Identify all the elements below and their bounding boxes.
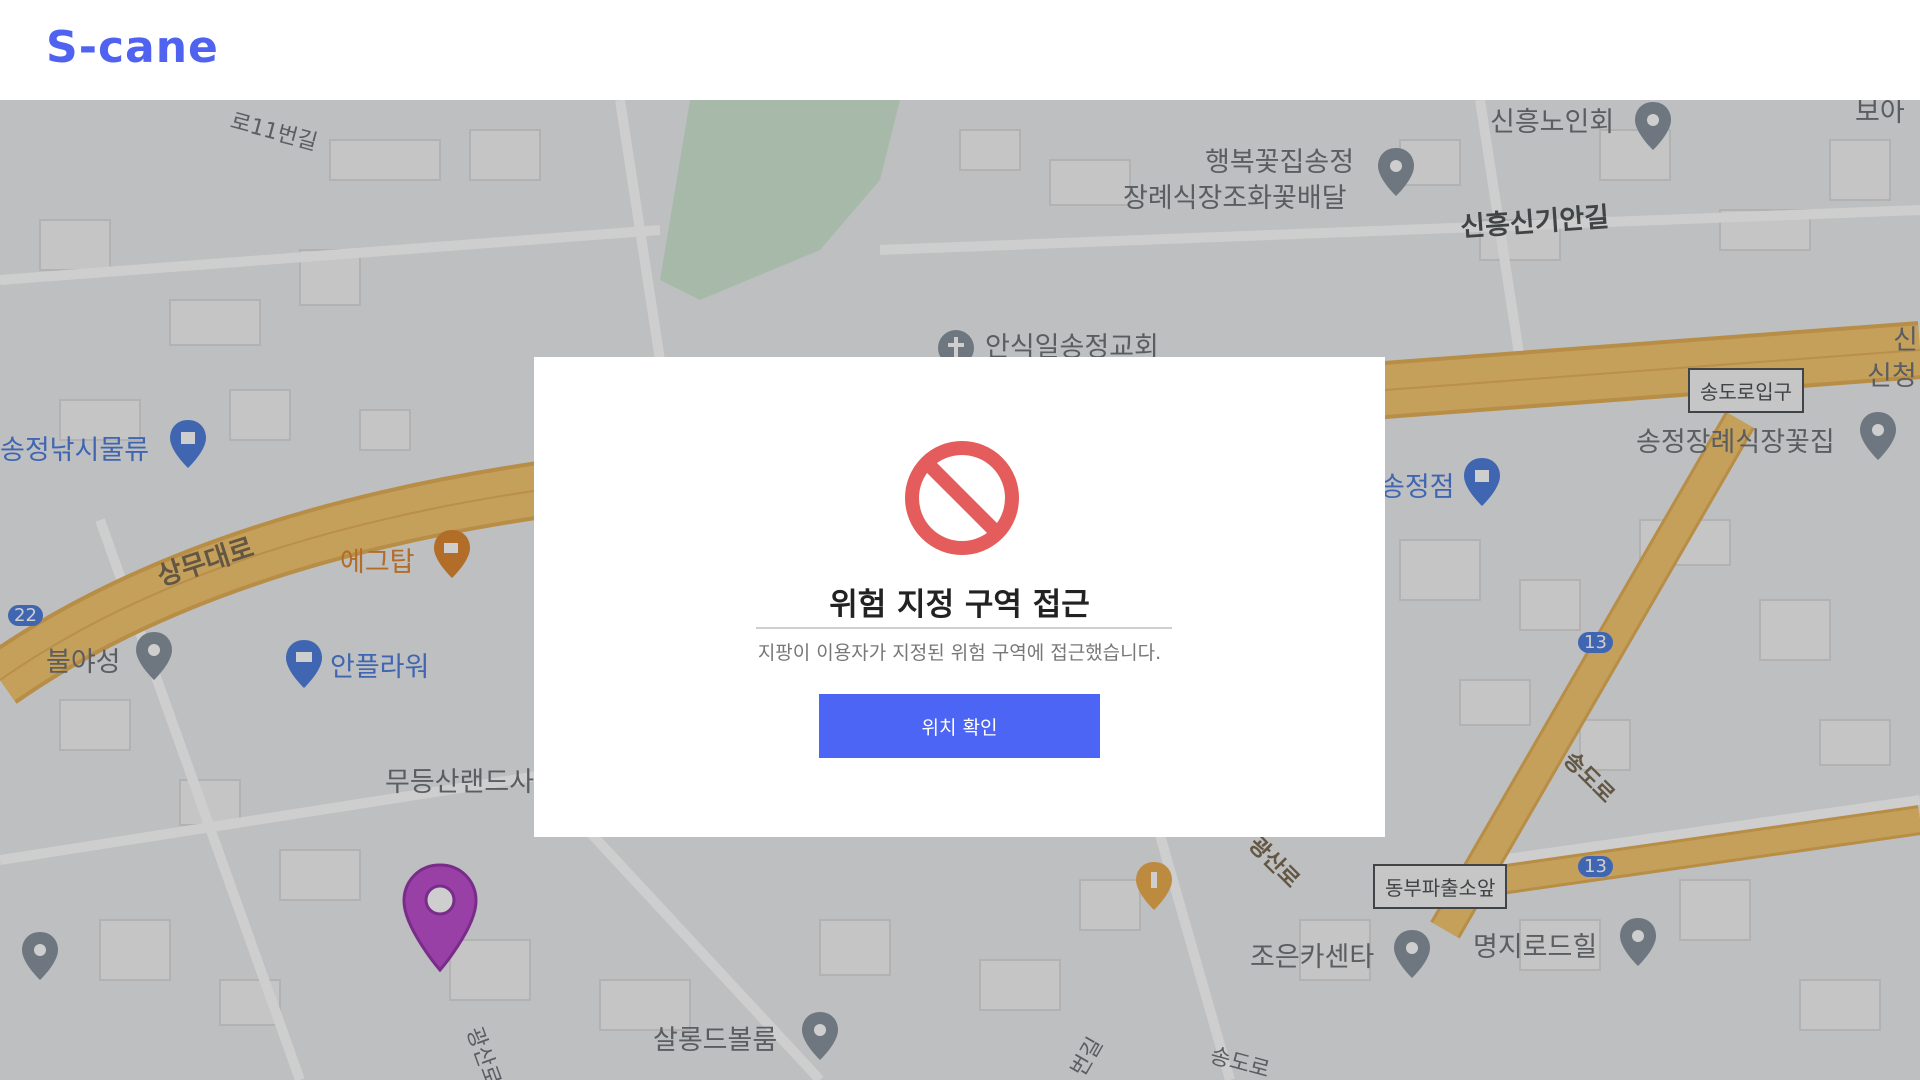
alert-title: 위험 지정 구역 접근 <box>829 587 1090 623</box>
check-location-button[interactable]: 위치 확인 <box>819 694 1100 758</box>
alert-divider <box>756 627 1172 629</box>
danger-zone-alert-dialog: 위험 지정 구역 접근 지팡이 이용자가 지정된 위험 구역에 접근했습니다. … <box>534 357 1385 837</box>
prohibited-icon <box>905 441 1019 555</box>
alert-message: 지팡이 이용자가 지정된 위험 구역에 접근했습니다. <box>757 642 1162 664</box>
app-logo[interactable]: S-cane <box>46 22 219 73</box>
app-header: S-cane <box>0 0 1920 100</box>
